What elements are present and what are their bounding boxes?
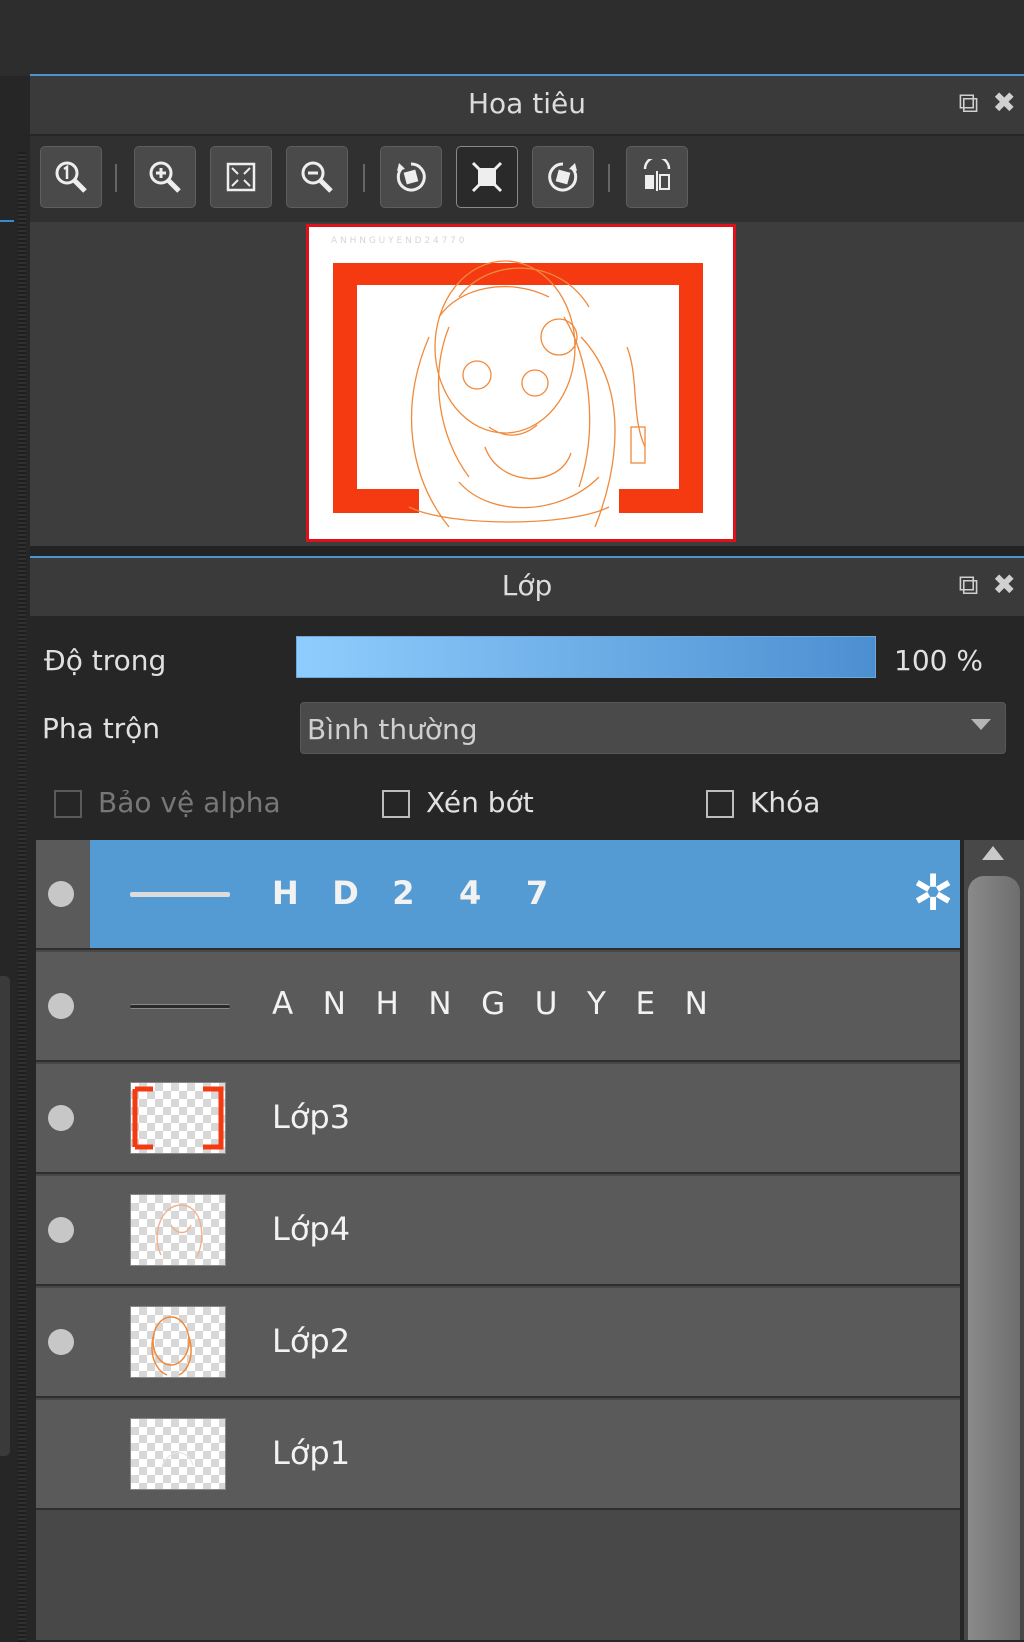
- dock-tab-indicator: [0, 220, 14, 228]
- rotate-right-icon: [548, 162, 578, 192]
- layer-thumbnail: [130, 1004, 230, 1009]
- rotate-left-icon: [396, 162, 426, 192]
- navigator-toolbar: [30, 136, 1024, 222]
- layer-name: H D 2 4 7: [272, 874, 549, 912]
- sketch-thumbnail-icon: [151, 1316, 192, 1376]
- layer-name: Lớp1: [272, 1434, 351, 1472]
- clipping-checkbox[interactable]: [382, 790, 410, 818]
- app-top-bar: [0, 0, 1024, 76]
- opacity-label: Độ trong: [44, 644, 167, 677]
- fit-screen-icon: [226, 162, 256, 192]
- zoom-in-button[interactable]: [134, 146, 196, 208]
- opacity-value: 100 %: [894, 644, 983, 677]
- layer-list-scrollbar[interactable]: [964, 840, 1024, 1640]
- chevron-down-icon: [971, 719, 991, 730]
- close-icon[interactable]: ✖: [993, 570, 1016, 600]
- protect-alpha-checkbox[interactable]: [54, 790, 82, 818]
- artwork-preview: A N H N G U Y E N D 2 4 7 7 0: [331, 236, 703, 528]
- opacity-slider[interactable]: [296, 636, 876, 678]
- left-scrollbar[interactable]: [0, 976, 10, 1456]
- visibility-toggle[interactable]: [48, 993, 74, 1019]
- zoom-out-icon: [301, 161, 333, 193]
- navigator-title: Hoa tiêu: [468, 87, 586, 120]
- blend-row: Pha trộn Bình thường: [30, 702, 1024, 758]
- layer-thumbnail: [130, 1194, 226, 1266]
- visibility-toggle[interactable]: [48, 1217, 74, 1243]
- layer-row[interactable]: H D 2 4 7 ✲: [36, 840, 960, 950]
- lock-label: Khóa: [750, 786, 821, 819]
- layer-name: Lớp2: [272, 1322, 351, 1360]
- rotate-right-button[interactable]: [532, 146, 594, 208]
- layer-options-row: Bảo vệ alpha Xén bớt Khóa: [30, 784, 1024, 828]
- layer-name: Lớp3: [272, 1098, 351, 1136]
- layer-thumbnail: [130, 1082, 226, 1154]
- svg-text:A N H N G U Y E N D: A N H N G U Y E N D 2 4 7 7 0: [331, 236, 465, 246]
- visibility-toggle[interactable]: [48, 881, 74, 907]
- blend-mode-select[interactable]: Bình thường: [300, 702, 1006, 754]
- visibility-toggle[interactable]: [48, 1105, 74, 1131]
- clipping-label: Xén bớt: [426, 786, 534, 819]
- layers-title-bar: Lớp ⧉ ✖: [30, 556, 1024, 616]
- flip-horizontal-button[interactable]: [626, 146, 688, 208]
- lock-checkbox[interactable]: [706, 790, 734, 818]
- layer-row[interactable]: Lớp3: [36, 1064, 960, 1174]
- dock-splitter[interactable]: [18, 152, 26, 1642]
- layers-title: Lớp: [501, 569, 553, 602]
- popout-icon[interactable]: ⧉: [959, 88, 979, 118]
- fit-to-window-button[interactable]: [210, 146, 272, 208]
- toolbar-separator: [608, 164, 610, 192]
- zoom-1to1-icon: [55, 161, 87, 193]
- opacity-row: Độ trong 100 %: [30, 630, 1024, 690]
- close-icon[interactable]: ✖: [993, 88, 1016, 118]
- toolbar-separator: [363, 164, 365, 192]
- scrollbar-thumb[interactable]: [968, 876, 1020, 1640]
- zoom-out-button[interactable]: [286, 146, 348, 208]
- sketch-thumbnail-icon: [156, 1204, 203, 1258]
- layer-row[interactable]: Lớp1: [36, 1400, 960, 1510]
- layer-row[interactable]: Lớp2: [36, 1288, 960, 1398]
- frame-thumbnail-icon: [132, 1086, 224, 1150]
- layer-thumbnail: [130, 1418, 226, 1490]
- left-dock-edge: [0, 76, 30, 1642]
- layer-name: Lớp4: [272, 1210, 351, 1248]
- sketch-thumbnail-icon: [160, 1452, 194, 1470]
- reset-view-icon: [471, 161, 503, 193]
- protect-alpha-label: Bảo vệ alpha: [98, 786, 281, 819]
- flip-horizontal-icon: [643, 159, 671, 191]
- rotate-left-button[interactable]: [380, 146, 442, 208]
- scroll-up-icon[interactable]: [982, 846, 1004, 860]
- reset-rotation-button[interactable]: [456, 146, 518, 208]
- layer-row[interactable]: A N H N G U Y E N: [36, 952, 960, 1062]
- layer-list[interactable]: H D 2 4 7 ✲ A N H N G U Y E N Lớp3 Lớp4 …: [36, 840, 960, 1640]
- navigator-preview[interactable]: A N H N G U Y E N D 2 4 7 7 0: [30, 222, 1024, 546]
- popout-icon[interactable]: ⧉: [959, 570, 979, 600]
- navigator-title-bar: Hoa tiêu ⧉ ✖: [30, 74, 1024, 134]
- zoom-in-icon: [149, 161, 181, 193]
- canvas-thumbnail[interactable]: A N H N G U Y E N D 2 4 7 7 0: [306, 224, 736, 542]
- layer-name: A N H N G U Y E N: [272, 986, 708, 1022]
- toolbar-separator: [115, 164, 117, 192]
- blend-label: Pha trộn: [42, 712, 161, 745]
- gear-icon[interactable]: ✲: [912, 868, 954, 918]
- layer-row[interactable]: Lớp4: [36, 1176, 960, 1286]
- layer-thumbnail: [130, 1306, 226, 1378]
- visibility-toggle[interactable]: [48, 1329, 74, 1355]
- zoom-actual-size-button[interactable]: [40, 146, 102, 208]
- layer-thumbnail: [130, 892, 230, 897]
- blend-mode-value: Bình thường: [307, 713, 478, 746]
